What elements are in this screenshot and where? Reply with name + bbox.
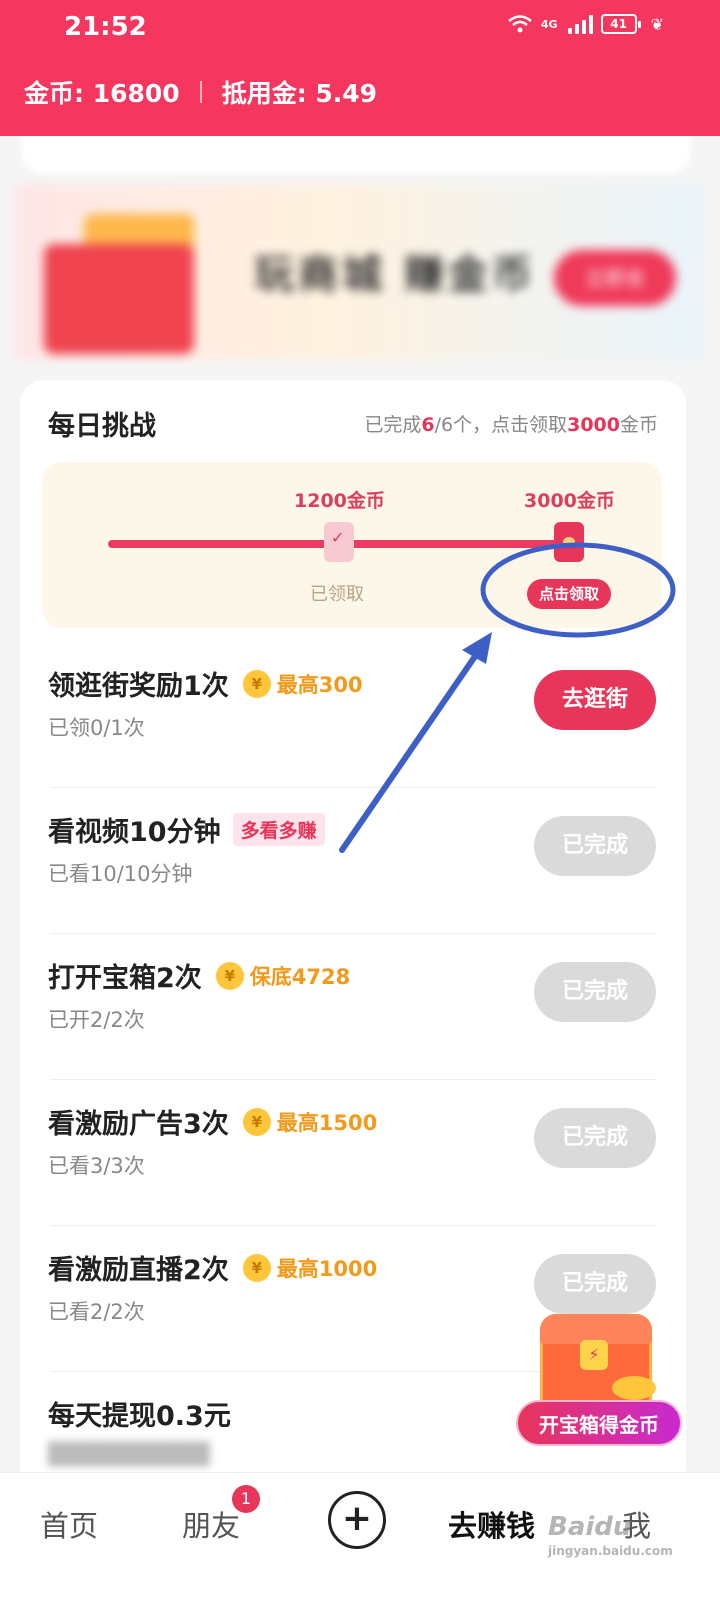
task-name-row: 领逛街奖励1次 ¥ 最高300 [48,664,363,703]
task-name: 看视频10分钟 [48,817,221,848]
task-tag: 多看多赚 [232,813,325,846]
challenge-status: 已完成6/6个，点击领取3000金币 [364,410,658,437]
completed-button[interactable]: 已完成 [534,962,656,1022]
coin-icon: ¥ [242,669,271,698]
open-chest-button[interactable]: 开宝箱得金币 [516,1400,682,1446]
task-progress: 已看3/3次 [48,1154,145,1178]
battery-icon: 41 [600,14,641,34]
task-name: 看激励直播2次 [48,1255,229,1286]
status-prefix: 已完成 [364,414,422,436]
challenge-title: 每日挑战 [48,411,156,442]
task-progress: 已看2/2次 [48,1300,145,1324]
watermark-url: jingyan.baidu.com [548,1544,673,1558]
treasure-chest-widget[interactable]: ⚡ 开宝箱得金币 [516,1308,686,1458]
wifi-icon [508,15,532,33]
status-total: /6个，点击领取 [434,414,568,436]
status-reward: 3000 [567,414,620,436]
task-name: 看激励广告3次 [48,1109,229,1140]
task-reward: 保底4728 [249,964,351,989]
go-shopping-button[interactable]: 去逛街 [534,670,656,730]
claimed-check-icon [324,522,354,562]
leaf-icon: ❦ [650,14,664,34]
task-progress: ██████████ [48,1442,210,1466]
banner-title: 玩商城 赚金币 [254,252,536,298]
nav-home[interactable]: 首页 [40,1503,98,1545]
task-item: 领逛街奖励1次 ¥ 最高300 已领0/1次 去逛街 [48,642,658,788]
status-done-count: 6 [421,414,435,436]
milestone-amount: 1200金币 [294,490,385,512]
task-item: 看激励广告3次 ¥ 最高1500 已看3/3次 已完成 [48,1080,658,1226]
watermark-brand: Baidu [548,1512,632,1542]
challenge-progress: 1200金币 已领取 3000金币 点击领取 [42,462,662,628]
status-time: 21:52 [64,12,147,42]
task-progress: 已开2/2次 [48,1008,145,1032]
task-item: 打开宝箱2次 ¥ 保底4728 已开2/2次 已完成 [48,934,658,1080]
task-name-row: 看激励直播2次 ¥ 最高1000 [48,1248,377,1287]
task-reward: 最高1500 [276,1110,378,1135]
coin-balance: 金币: 16800 [24,79,180,108]
balance-row: 金币: 16800 抵用金: 5.49 [24,74,377,110]
status-reward-suffix: 金币 [619,414,658,436]
baidu-watermark: Baidu jingyan.baidu.com [548,1512,698,1558]
add-icon[interactable]: + [328,1491,386,1549]
task-name: 每天提现0.3元 [48,1401,231,1432]
coin-icon: ¥ [242,1253,271,1282]
nav-earn[interactable]: 去赚钱 [448,1503,535,1545]
signal-icon [567,14,593,34]
deduct-balance: 抵用金: 5.49 [221,79,378,108]
task-name-row: 看视频10分钟 多看多赚 [48,810,325,849]
coin-icon: ¥ [215,961,244,990]
task-name-row: 打开宝箱2次 ¥ 保底4728 [48,956,350,995]
red-envelope-icon[interactable] [554,522,584,562]
top-header: 21:52 4G 41 ❦ 金币: 16800 抵用金: 5.49 [0,0,720,136]
coins-icon [612,1376,656,1400]
lightning-icon: ⚡ [580,1340,608,1370]
task-progress: 已看10/10分钟 [48,862,193,886]
status-icons: 4G 41 ❦ [507,14,664,34]
network-type: 4G [540,17,558,31]
task-progress: 已领0/1次 [48,716,145,740]
milestone-state: 已领取 [310,584,364,605]
completed-button[interactable]: 已完成 [534,1108,656,1168]
milestone-amount: 3000金币 [524,490,615,512]
task-name-row: 看激励广告3次 ¥ 最高1500 [48,1102,377,1141]
gift-box-icon [44,244,194,354]
completed-button[interactable]: 已完成 [534,816,656,876]
coin-icon: ¥ [242,1107,271,1136]
promo-banner[interactable]: 玩商城 赚金币 立即去 [14,184,704,360]
completed-button[interactable]: 已完成 [534,1254,656,1314]
banner-button[interactable]: 立即去 [554,250,676,306]
divider [199,81,202,103]
task-item: 看视频10分钟 多看多赚 已看10/10分钟 已完成 [48,788,658,934]
notification-badge: 1 [232,1485,260,1513]
nav-friends[interactable]: 朋友 [182,1503,240,1545]
task-reward: 最高1000 [276,1256,378,1281]
task-name: 打开宝箱2次 [48,963,202,994]
task-name: 领逛街奖励1次 [48,671,229,702]
claim-button[interactable]: 点击领取 [527,579,612,609]
task-reward: 最高300 [276,672,363,697]
task-name-row: 每天提现0.3元 [48,1394,231,1433]
